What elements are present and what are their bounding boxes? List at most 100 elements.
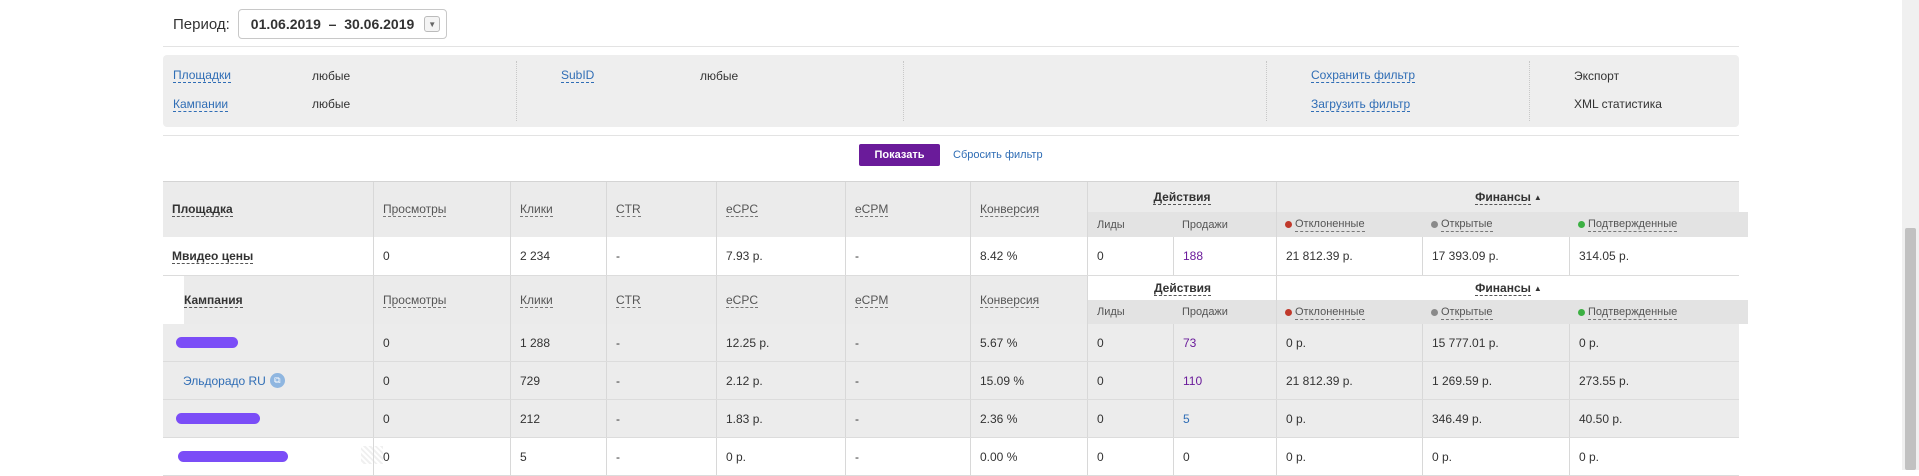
- cell-confirmed: 273.55 р.: [1569, 362, 1740, 399]
- scrollbar-thumb[interactable]: [1905, 228, 1916, 470]
- period-value: 01.06.2019 – 30.06.2019: [250, 16, 415, 32]
- gray-dot-icon: [1431, 221, 1438, 228]
- cell-rejected: 0 р.: [1276, 438, 1423, 475]
- cell-leads: 0: [1087, 400, 1174, 437]
- xml-stats-link[interactable]: XML статистика: [1574, 97, 1662, 111]
- placement-name[interactable]: Мвидео цены: [172, 249, 254, 264]
- campaign-name-cell[interactable]: Эльдорадо RU ⧉: [183, 362, 373, 399]
- divider: [516, 61, 517, 121]
- sub-open[interactable]: Открытые: [1441, 305, 1493, 320]
- campaign-table-header: Кампания Просмотры Клики CTR eCPC eCPM К…: [163, 276, 1748, 325]
- campaign-name-cell[interactable]: [176, 324, 373, 361]
- cell-conversion: 8.42 %: [970, 237, 1088, 275]
- sort-up-icon[interactable]: ▲: [1534, 284, 1542, 293]
- table-row[interactable]: 0 5 - 0 р. - 0.00 % 0 0 0 р. 0 р. 0 р.: [163, 438, 1739, 476]
- green-dot-icon: [1578, 308, 1585, 316]
- sub-leads: Лиды: [1097, 306, 1125, 318]
- cell-leads: 0: [1087, 438, 1174, 475]
- cell-rejected: 21 812.39 р.: [1276, 362, 1423, 399]
- sub-rejected[interactable]: Отклоненные: [1295, 217, 1365, 232]
- cell-ecpm: -: [845, 362, 971, 399]
- export-link[interactable]: Экспорт: [1574, 69, 1619, 83]
- col-clicks[interactable]: Клики: [520, 293, 553, 308]
- campaigns-filter-link[interactable]: Кампании: [173, 97, 229, 112]
- col-conversion[interactable]: Конверсия: [980, 293, 1040, 308]
- table-row[interactable]: Эльдорадо RU ⧉ 0 729 - 2.12 р. - 15.09 %…: [163, 362, 1739, 400]
- cell-confirmed: 40.50 р.: [1569, 400, 1740, 437]
- cell-ctr: -: [606, 438, 717, 475]
- cell-ecpc: 1.83 р.: [716, 400, 846, 437]
- cell-rejected: 0 р.: [1276, 400, 1423, 437]
- cell-confirmed: 0 р.: [1569, 438, 1740, 475]
- group-actions[interactable]: Действия: [1153, 281, 1212, 296]
- redacted-campaign-name: [176, 413, 260, 424]
- col-ecpc[interactable]: eCPC: [726, 293, 759, 308]
- divider: [1529, 61, 1530, 121]
- col-ctr[interactable]: CTR: [616, 202, 641, 217]
- cell-ctr: -: [606, 362, 717, 399]
- cell-sales[interactable]: 73: [1173, 324, 1277, 361]
- cell-confirmed: 314.05 р.: [1569, 237, 1740, 275]
- cell-leads: 0: [1087, 237, 1174, 275]
- cell-sales[interactable]: 188: [1173, 237, 1277, 275]
- chevron-down-icon[interactable]: ▼: [424, 16, 441, 32]
- table-row[interactable]: Мвидео цены 0 2 234 - 7.93 р. - 8.42 % 0…: [163, 237, 1739, 276]
- group-finance[interactable]: Финансы: [1475, 190, 1531, 205]
- sub-rejected[interactable]: Отклоненные: [1295, 305, 1365, 320]
- redacted-campaign-name: [178, 451, 288, 462]
- cell-leads: 0: [1087, 324, 1174, 361]
- load-filter-link[interactable]: Загрузить фильтр: [1311, 97, 1411, 112]
- cell-ecpc: 2.12 р.: [716, 362, 846, 399]
- campaign-name-cell[interactable]: [176, 438, 383, 475]
- placements-filter-link[interactable]: Площадки: [173, 68, 231, 83]
- col-views[interactable]: Просмотры: [383, 202, 447, 217]
- cell-open: 346.49 р.: [1422, 400, 1570, 437]
- sort-up-icon[interactable]: ▲: [1534, 193, 1542, 202]
- campaign-name-cell[interactable]: [176, 400, 373, 437]
- sub-confirmed[interactable]: Подтвержденные: [1588, 305, 1678, 320]
- cell-sales[interactable]: 110: [1173, 362, 1277, 399]
- period-dropdown[interactable]: 01.06.2019 – 30.06.2019 ▼: [237, 9, 448, 39]
- col-ctr[interactable]: CTR: [616, 293, 641, 308]
- col-ecpm[interactable]: eCPM: [855, 202, 889, 217]
- col-ecpc[interactable]: eCPC: [726, 202, 759, 217]
- cell-rejected: 0 р.: [1276, 324, 1423, 361]
- cell-open: 15 777.01 р.: [1422, 324, 1570, 361]
- col-views[interactable]: Просмотры: [383, 293, 447, 308]
- sub-confirmed[interactable]: Подтвержденные: [1588, 217, 1678, 232]
- cell-clicks: 212: [510, 400, 607, 437]
- col-ecpm[interactable]: eCPM: [855, 293, 889, 308]
- divider: [903, 61, 904, 121]
- cell-clicks: 5: [510, 438, 607, 475]
- external-link-icon[interactable]: ⧉: [269, 373, 285, 388]
- sub-sales: Продажи: [1182, 218, 1228, 231]
- cell-open: 1 269.59 р.: [1422, 362, 1570, 399]
- cell-clicks: 2 234: [510, 237, 607, 275]
- campaign-name-link[interactable]: Эльдорадо RU: [183, 374, 266, 388]
- cell-ecpm: -: [845, 324, 971, 361]
- subid-filter-value: любые: [700, 69, 739, 83]
- sub-open[interactable]: Открытые: [1441, 217, 1493, 232]
- cell-ecpc: 7.93 р.: [716, 237, 846, 275]
- cell-open: 0 р.: [1422, 438, 1570, 475]
- cell-ctr: -: [606, 400, 717, 437]
- col-clicks[interactable]: Клики: [520, 202, 553, 217]
- group-finance[interactable]: Финансы: [1475, 281, 1531, 296]
- green-dot-icon: [1578, 221, 1585, 228]
- show-button[interactable]: Показать: [859, 144, 940, 166]
- stats-table: Площадка Просмотры Клики CTR eCPC eCPM К…: [163, 181, 1748, 476]
- cell-conversion: 2.36 %: [970, 400, 1088, 437]
- cell-ctr: -: [606, 324, 717, 361]
- table-row[interactable]: 0 212 - 1.83 р. - 2.36 % 0 5 0 р. 346.49…: [163, 400, 1739, 438]
- reset-filter-link[interactable]: Сбросить фильтр: [953, 149, 1043, 161]
- cell-sales[interactable]: 5: [1173, 400, 1277, 437]
- col-conversion[interactable]: Конверсия: [980, 202, 1040, 217]
- subid-filter-link[interactable]: SubID: [561, 68, 595, 83]
- save-filter-link[interactable]: Сохранить фильтр: [1311, 68, 1416, 83]
- col-campaign[interactable]: Кампания: [184, 293, 243, 308]
- col-placement[interactable]: Площадка: [172, 202, 233, 217]
- sub-leads: Лиды: [1097, 218, 1125, 231]
- table-row[interactable]: 0 1 288 - 12.25 р. - 5.67 % 0 73 0 р. 15…: [163, 324, 1739, 362]
- sub-sales: Продажи: [1182, 306, 1228, 318]
- group-actions[interactable]: Действия: [1153, 190, 1211, 205]
